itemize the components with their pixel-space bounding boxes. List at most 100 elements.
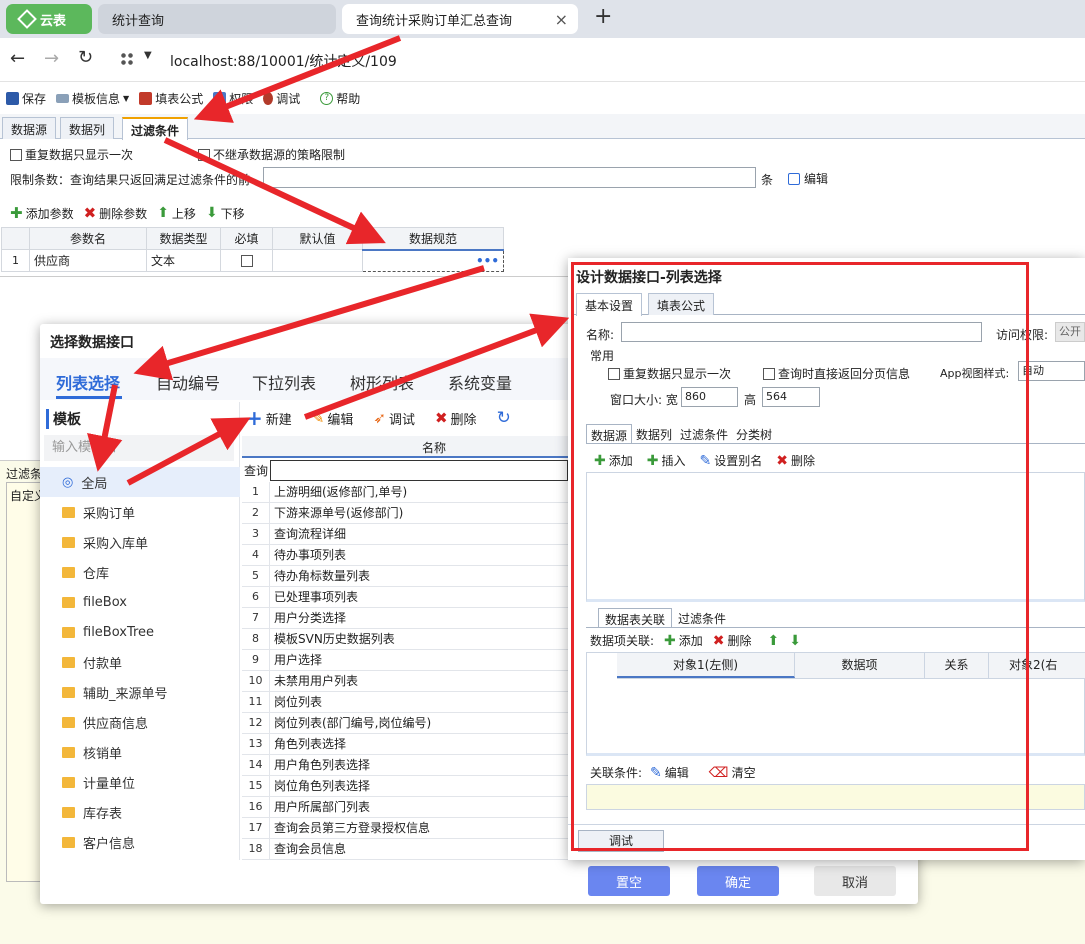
table-row[interactable]: 1 供应商 文本 ••• [1,249,504,272]
list-item[interactable]: 4 待办事项列表 [242,545,568,566]
tab-datasource[interactable]: 数据源 [2,117,57,139]
tree-item[interactable]: 供应商信息 [40,707,240,737]
move-up-button[interactable]: ⬆ 上移 [157,205,196,222]
close-icon[interactable]: × [555,10,568,29]
edit-button[interactable]: ✎ 编辑 [312,409,354,428]
required-checkbox[interactable] [240,255,253,267]
more-icon[interactable]: ••• [476,254,499,268]
edit-link[interactable]: 编辑 [788,170,828,187]
list-item[interactable]: 8 模板SVN历史数据列表 [242,629,568,650]
cancel-button[interactable]: 取消 [814,866,896,896]
tab-list-select[interactable]: 列表选择 [56,370,120,394]
data-spec-cell[interactable]: ••• [362,249,504,272]
list-item-label: 查询会员第三方登录授权信息 [274,821,431,835]
forward-icon[interactable]: → [44,48,59,69]
delete-button[interactable]: ✖ 删除 [435,409,477,428]
list-item-label: 用户所属部门列表 [274,800,371,814]
refresh-icon[interactable]: ↻ [497,408,511,428]
clear-button[interactable]: 置空 [588,866,670,896]
list-item[interactable]: 18 查询会员信息 [242,839,568,860]
tree-item[interactable]: 库存表 [40,797,240,827]
tree-item[interactable]: 采购入库单 [40,527,240,557]
list-item[interactable]: 11 岗位列表 [242,692,568,713]
tree-item[interactable]: 辅助_来源单号 [40,677,240,707]
list-item[interactable]: 6 已处理事项列表 [242,587,568,608]
param-type-cell[interactable]: 文本 [146,249,221,272]
tab-filter[interactable]: 过滤条件 [122,117,189,140]
list-item[interactable]: 14 用户角色列表选择 [242,755,568,776]
debug-button[interactable]: ➶ 调试 [373,409,415,428]
list-item[interactable]: 15 岗位角色列表选择 [242,776,568,797]
row-number: 6 [242,587,270,607]
url-text[interactable]: localhost:88/10001/统计定义/109 [170,51,397,71]
add-param-button[interactable]: ✚ 添加参数 [10,204,74,222]
help-button[interactable]: ? 帮助 [320,90,360,107]
tree-item-label: fileBoxTree [83,624,155,640]
param-name-cell[interactable]: 供应商 [29,249,147,272]
back-icon[interactable]: ← [10,48,25,69]
dedupe-checkbox[interactable] [10,148,22,161]
row-number: 15 [242,776,270,796]
tab-tree-list[interactable]: 树形列表 [350,370,414,394]
tree-item[interactable]: 采购订单 [40,497,240,527]
new-tab-button[interactable]: + [594,4,612,29]
permission-button[interactable]: 权限 [213,90,253,107]
list-item[interactable]: 13 角色列表选择 [242,734,568,755]
no-inherit-option[interactable]: 不继承数据源的策略限制 [198,146,345,163]
list-item[interactable]: 7 用户分类选择 [242,608,568,629]
list-item[interactable]: 9 用户选择 [242,650,568,671]
list-item[interactable]: 2 下游来源单号(返修部门) [242,503,568,524]
new-button[interactable]: + 新建 [246,406,292,430]
column-header: 数据类型 [146,227,221,250]
tree-item-label: 客户信息 [83,836,136,852]
tab-label: 云表 [40,13,67,29]
query-label: 查询 [243,464,268,478]
tree-item[interactable]: 计量单位 [40,767,240,797]
template-info-button[interactable]: 模板信息 ▼ [56,90,129,107]
browser-tab-active[interactable]: 查询统计采购订单汇总查询 × [342,4,578,34]
tab-dropdown-list[interactable]: 下拉列表 [252,370,316,394]
browser-tab-stats[interactable]: 统计查询 [98,4,336,34]
list-item[interactable]: 3 查询流程详细 [242,524,568,545]
move-down-button[interactable]: ⬇ 下移 [206,205,245,222]
remove-param-button[interactable]: ✖ 删除参数 [84,204,148,222]
tree-search-input[interactable]: 输入模板名 [44,435,234,461]
access-select[interactable]: 公开 [1055,322,1085,342]
no-inherit-checkbox[interactable] [198,148,210,161]
tree-item[interactable]: fileBoxTree [40,617,240,647]
reload-icon[interactable]: ↻ [78,47,93,68]
tree-item[interactable]: 付款单 [40,647,240,677]
list-item[interactable]: 5 待办角标数量列表 [242,566,568,587]
permission-icon [213,91,227,105]
default-cell[interactable] [272,249,363,272]
tree-item[interactable]: 核销单 [40,737,240,767]
folder-icon [62,836,75,848]
tab-columns[interactable]: 数据列 [60,117,115,139]
list-item[interactable]: 10 未禁用用户列表 [242,671,568,692]
delete-icon: ✖ [434,409,448,427]
tab-auto-number[interactable]: 自动编号 [156,370,220,394]
query-input[interactable] [270,460,568,481]
tree-item[interactable]: 客户信息 [40,827,240,857]
browser-tab-yunbiao[interactable]: 云表 [6,4,92,34]
tab-system-variable[interactable]: 系统变量 [448,370,512,394]
limit-input[interactable] [263,167,756,188]
list-item[interactable]: 17 查询会员第三方登录授权信息 [242,818,568,839]
row-number: 14 [242,755,270,775]
dedupe-option[interactable]: 重复数据只显示一次 [10,146,133,163]
tree-item[interactable]: 仓库 [40,557,240,587]
ok-button[interactable]: 确定 [697,866,779,896]
save-button[interactable]: 保存 [6,90,46,107]
list-item[interactable]: 16 用户所属部门列表 [242,797,568,818]
list-item[interactable]: 12 岗位列表(部门编号,岗位编号) [242,713,568,734]
required-cell[interactable] [220,249,273,272]
chevron-down-icon[interactable]: ▼ [144,50,152,61]
tree-item[interactable]: fileBox [40,587,240,617]
list-item[interactable]: 1 上游明细(返修部门,单号) [242,482,568,503]
fill-formula-button[interactable]: 填表公式 [139,90,203,107]
list-item-label: 用户分类选择 [274,611,347,625]
tree-item-global[interactable]: ◎ 全局 [40,467,240,497]
row-number: 10 [242,671,270,691]
apps-icon[interactable] [120,52,134,66]
debug-button[interactable]: 调试 [263,90,300,107]
